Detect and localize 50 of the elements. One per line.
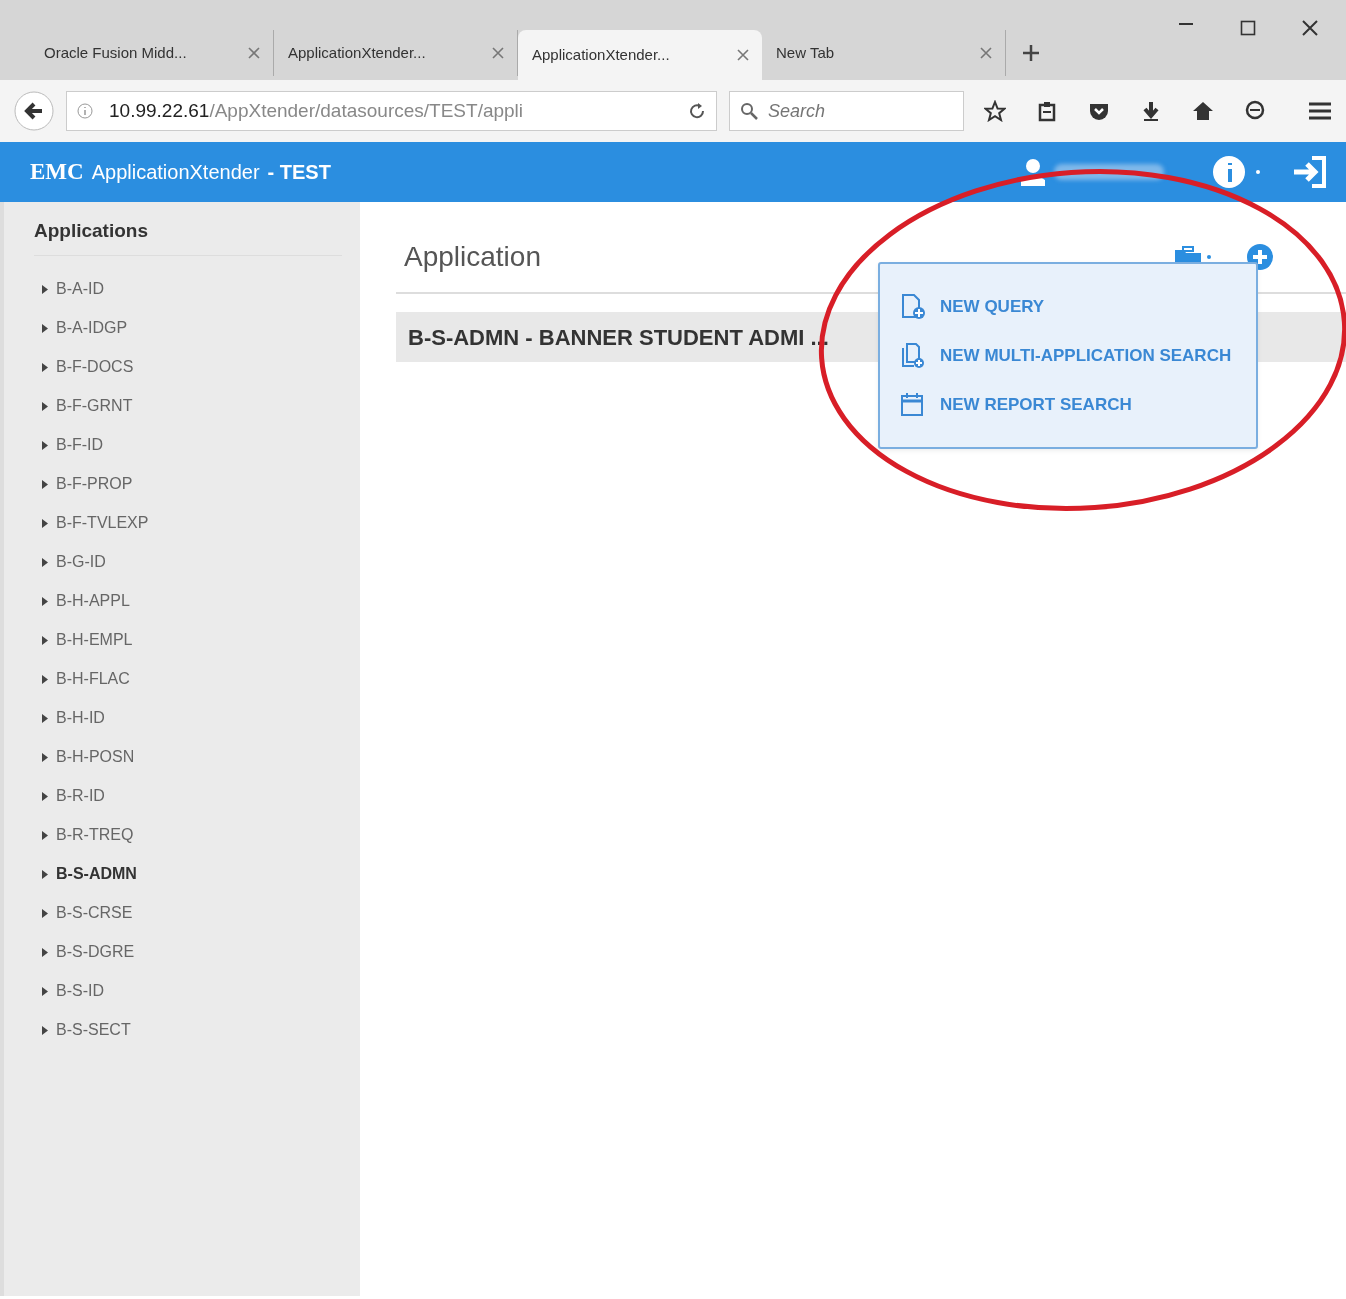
sidebar-item[interactable]: B-A-IDGP	[34, 308, 342, 348]
browser-tab[interactable]: ApplicationXtender...	[518, 30, 762, 80]
browser-tab[interactable]: Oracle Fusion Midd...	[30, 30, 274, 76]
browser-tab[interactable]: New Tab	[762, 30, 1006, 76]
sidebar-item[interactable]: B-R-ID	[34, 776, 342, 816]
sidebar-heading: Applications	[34, 220, 342, 256]
maximize-icon[interactable]	[1240, 20, 1256, 36]
sidebar-item[interactable]: B-S-SECT	[34, 1010, 342, 1050]
sidebar-item[interactable]: B-A-ID	[34, 269, 342, 309]
search-icon	[740, 102, 758, 120]
url-text: 10.99.22.61/AppXtender/datasources/TEST/appli	[109, 98, 524, 123]
page-heading: Application	[404, 240, 541, 274]
close-icon[interactable]	[736, 48, 750, 62]
star-icon[interactable]	[984, 100, 1006, 122]
info-icon[interactable]	[1212, 155, 1246, 189]
sidebar-item[interactable]: B-F-ID	[34, 425, 342, 465]
back-icon[interactable]	[14, 91, 54, 131]
sidebar-item[interactable]: B-H-ID	[34, 698, 342, 738]
sidebar-item[interactable]: B-F-PROP	[34, 464, 342, 504]
home-icon[interactable]	[1192, 100, 1214, 122]
clipboard-icon[interactable]	[1036, 100, 1058, 122]
sidebar-item[interactable]: B-S-CRSE	[34, 893, 342, 933]
sidebar-item[interactable]: B-F-TVLEXP	[34, 503, 342, 543]
close-icon[interactable]	[1302, 20, 1318, 36]
search-field[interactable]: Search	[729, 91, 964, 131]
sidebar-item[interactable]: B-H-APPL	[34, 581, 342, 621]
sidebar-item[interactable]: B-R-TREQ	[34, 815, 342, 855]
sidebar-item[interactable]: B-F-DOCS	[34, 347, 342, 387]
document-plus-icon	[900, 293, 926, 320]
user-icon[interactable]	[1020, 158, 1046, 186]
address-bar[interactable]: 10.99.22.61/AppXtender/datasources/TEST/appli	[66, 91, 717, 131]
sidebar-item[interactable]: B-S-DGRE	[34, 932, 342, 972]
sidebar-item[interactable]: B-S-ID	[34, 971, 342, 1011]
info-icon	[77, 103, 93, 119]
app-title: ApplicationXtender	[91, 160, 260, 185]
documents-plus-icon	[900, 342, 926, 369]
sidebar-item[interactable]: B-G-ID	[34, 542, 342, 582]
menu-item[interactable]: NEW REPORT SEARCH	[900, 380, 1236, 429]
sidebar-item[interactable]: B-F-GRNT	[34, 386, 342, 426]
sidebar-item[interactable]: B-H-POSN	[34, 737, 342, 777]
sign-in-icon[interactable]	[1292, 155, 1328, 189]
reload-icon[interactable]	[688, 102, 706, 120]
sidebar-item[interactable]: B-H-EMPL	[34, 620, 342, 660]
calendar-icon	[900, 391, 926, 418]
menu-icon[interactable]	[1308, 100, 1332, 122]
brand-logo: EMC	[30, 157, 84, 186]
sidebar-item[interactable]: B-H-FLAC	[34, 659, 342, 699]
environment-label: - TEST	[267, 160, 331, 185]
sidebar-item[interactable]: B-S-ADMN	[34, 854, 342, 894]
plus-icon[interactable]	[1022, 44, 1040, 62]
